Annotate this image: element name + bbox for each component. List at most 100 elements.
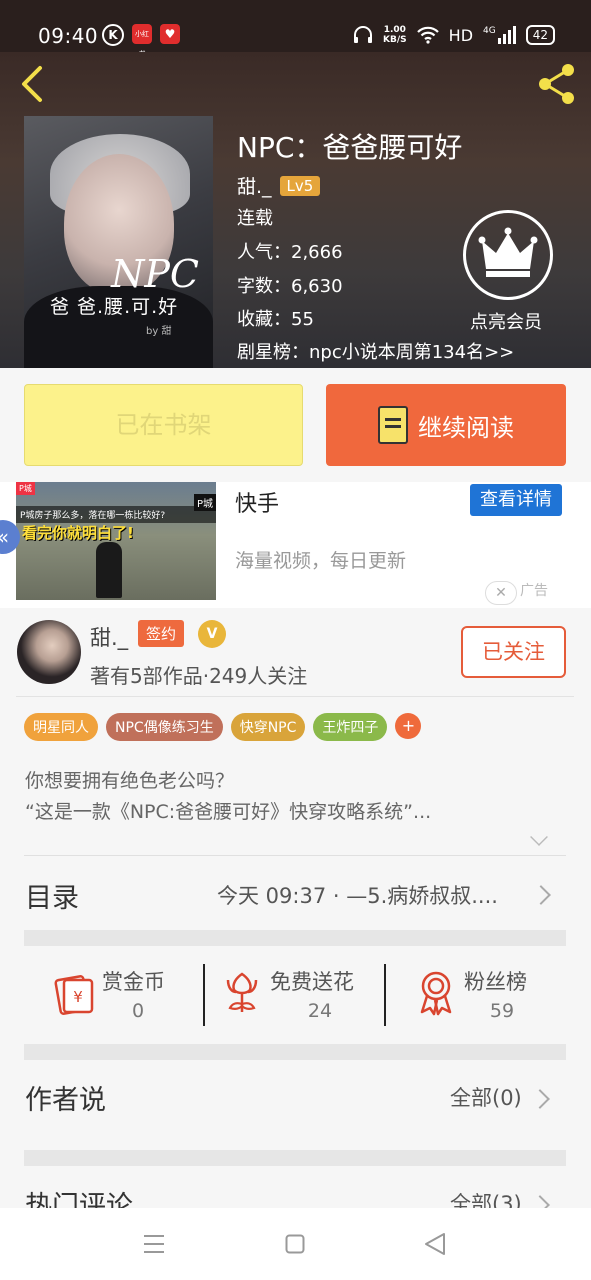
ad-thumbnail[interactable]: P城 P城房子那么多，落在哪一栋比较好? 看完你就明白了! P城 <box>16 482 216 600</box>
svg-text:¥: ¥ <box>73 988 83 1006</box>
book-status: 连载 <box>237 208 273 229</box>
network-speed-value: 1.00 <box>383 25 406 35</box>
book-header: NPC 爸 爸.腰.可.好 by 甜 NPC：爸爸腰可好 甜._ Lv5 连载 … <box>0 52 591 368</box>
network-speed: 1.00 KB/S <box>383 25 407 45</box>
follow-button[interactable]: 已关注 <box>461 626 566 678</box>
divider <box>24 855 566 856</box>
book-popularity: 人气：2,666 <box>237 242 343 263</box>
vertical-divider <box>384 964 386 1026</box>
reward-flowers[interactable]: 免费送花 24 <box>222 946 382 1046</box>
chevron-right-icon <box>530 1089 550 1109</box>
author-says-all: 全部(0) <box>450 1086 522 1110</box>
reward-coins[interactable]: ¥ 赏金币 0 <box>50 946 200 1046</box>
ad-title[interactable]: 快手 <box>235 486 279 518</box>
signal-bar <box>497 38 501 44</box>
share-icon <box>539 64 574 104</box>
toc-latest-chapter: 今天 09:37 · —5.病娇叔叔.... <box>217 884 498 908</box>
author-stats: 著有5部作品·249人关注 <box>90 664 308 688</box>
network-type: 4G <box>483 26 496 36</box>
hd-indicator: HD <box>448 25 474 45</box>
vip-button[interactable] <box>463 210 553 300</box>
signal-bar <box>512 26 516 44</box>
section-separator <box>24 1044 566 1060</box>
ad-thumb-headline: 看完你就明白了! <box>22 524 134 542</box>
vip-label[interactable]: 点亮会员 <box>470 308 542 334</box>
tag-list: 明星同人 NPC偶像练习生 快穿NPC 王炸四子 + <box>24 713 422 741</box>
book-intro[interactable]: 你想要拥有绝色老公吗？ “这是一款《NPC:爸爸腰可好》快穿攻略系统”... <box>25 766 431 828</box>
continue-reading-button[interactable]: 继续阅读 <box>326 384 566 466</box>
back-nav-icon[interactable] <box>424 1232 446 1256</box>
home-icon[interactable] <box>285 1234 305 1254</box>
signed-badge: 签约 <box>138 620 185 647</box>
crown-icon <box>478 227 538 277</box>
status-time: 09:40 <box>38 24 99 48</box>
continue-reading-label: 继续阅读 <box>418 413 514 442</box>
book-title: NPC：爸爸腰可好 <box>237 131 463 164</box>
author-avatar[interactable] <box>17 620 81 684</box>
cover-title-en: NPC <box>111 252 199 296</box>
menu-icon[interactable] <box>143 1234 165 1254</box>
ad-thumb-badge: P城 <box>193 494 216 511</box>
status-indicators: 1.00 KB/S HD 4G 42 <box>353 22 555 48</box>
xiaohongshu-icon: 小红书 <box>132 24 152 58</box>
ad-view-details-button[interactable]: 查看详情 <box>470 484 562 516</box>
reward-bar: ¥ 赏金币 0 免费送花 24 粉丝榜 59 <box>0 946 591 1046</box>
book-author-row: 甜._ Lv5 <box>237 172 321 199</box>
verified-badge-icon: V <box>198 620 226 648</box>
reward-label: 粉丝榜 <box>464 970 527 994</box>
table-of-contents-row[interactable]: 目录 今天 09:37 · —5.病娇叔叔.... <box>0 860 591 930</box>
reward-value: 59 <box>489 1000 515 1022</box>
wifi-icon <box>416 26 439 44</box>
headphone-icon <box>354 26 373 43</box>
section-separator <box>24 930 566 946</box>
book-word-count: 字数：6,630 <box>237 276 343 297</box>
toc-label: 目录 <box>25 883 79 914</box>
reward-label: 免费送花 <box>270 970 354 994</box>
signal-bar <box>502 34 506 44</box>
book-favorites: 收藏：55 <box>237 309 314 330</box>
k-app-icon: K <box>102 24 124 46</box>
tag-pill[interactable]: NPC偶像练习生 <box>106 713 223 741</box>
ad-banner[interactable]: P城 P城房子那么多，落在哪一栋比较好? 看完你就明白了! P城 « 快手 查看… <box>0 482 591 608</box>
book-author[interactable]: 甜._ <box>237 172 272 199</box>
author-name[interactable]: 甜._ <box>90 622 128 652</box>
medal-icon <box>420 971 452 1016</box>
book-cover[interactable]: NPC 爸 爸.腰.可.好 by 甜 <box>24 116 213 368</box>
ad-description: 海量视频，每日更新 <box>235 550 407 572</box>
back-arrow-icon <box>22 66 42 102</box>
chevron-right-icon <box>531 885 551 905</box>
author-says-row[interactable]: 作者说 全部(0) <box>0 1066 591 1136</box>
intro-line: 你想要拥有绝色老公吗？ <box>25 770 235 792</box>
back-button[interactable] <box>14 64 50 104</box>
tag-pill[interactable]: 明星同人 <box>24 713 98 741</box>
vertical-divider <box>203 964 205 1026</box>
reward-fan-ranking[interactable]: 粉丝榜 59 <box>416 946 566 1046</box>
share-button[interactable] <box>535 62 579 106</box>
battery-icon: 42 <box>525 25 555 45</box>
signal-bar <box>507 30 511 44</box>
section-separator <box>24 1150 566 1166</box>
expand-chevron-icon[interactable] <box>530 828 548 846</box>
divider <box>16 696 574 697</box>
book-icon <box>378 406 408 444</box>
ad-label: 广告 <box>520 583 548 599</box>
author-section: 甜._ 签约 V 著有5部作品·249人关注 已关注 <box>0 608 591 688</box>
tag-pill[interactable]: 快穿NPC <box>230 713 306 741</box>
reward-label: 赏金币 <box>102 970 165 994</box>
ad-thumb-tag: P城 <box>16 482 35 495</box>
on-shelf-button[interactable]: 已在书架 <box>24 384 303 466</box>
level-badge: Lv5 <box>279 175 321 196</box>
book-ranking[interactable]: 剧星榜：npc小说本周第134名>> <box>237 338 514 364</box>
cover-title-cn: 爸 爸.腰.可.好 <box>50 296 179 318</box>
add-tag-button[interactable]: + <box>395 713 422 739</box>
flower-icon <box>226 972 258 1012</box>
status-bar: 09:40 K 小红书 ♥ 1.00 KB/S HD 4G 42 <box>0 0 591 58</box>
signal-icon: 4G <box>483 26 516 44</box>
ad-close-button[interactable]: ✕ <box>485 581 517 605</box>
tag-pill[interactable]: 王炸四子 <box>313 713 388 741</box>
heart-app-icon: ♥ <box>160 24 180 44</box>
reward-value: 24 <box>307 1000 333 1022</box>
red-envelope-icon: ¥ <box>54 975 94 1015</box>
reward-value: 0 <box>131 1000 145 1022</box>
system-nav-bar <box>0 1208 591 1280</box>
